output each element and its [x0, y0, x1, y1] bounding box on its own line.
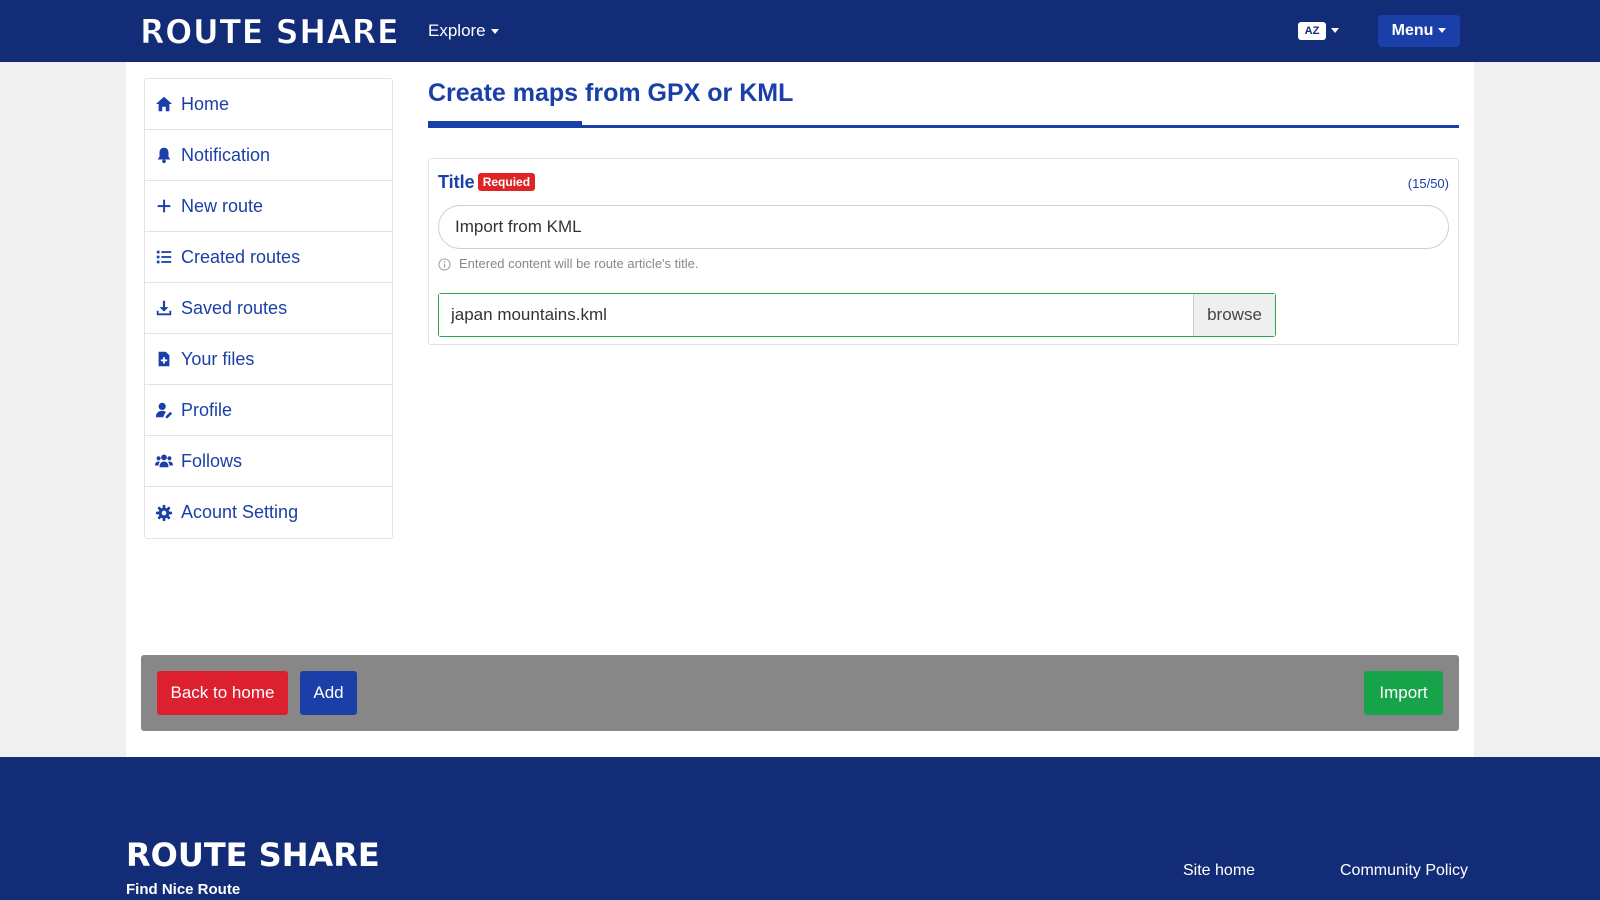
title-help-text: Entered content will be route article's …: [438, 255, 699, 273]
title-field-label: Title Requied: [438, 171, 536, 193]
sidebar-item-label: Notification: [181, 144, 271, 165]
sidebar-nav: Home Notification New route Created rout…: [144, 78, 393, 539]
explore-dropdown[interactable]: Explore: [428, 20, 499, 42]
plus-icon: [157, 199, 171, 213]
list-icon: [156, 250, 172, 264]
menu-label: Menu: [1391, 22, 1434, 39]
character-counter: (15/50): [1407, 176, 1449, 191]
chevron-down-icon: [1331, 28, 1339, 34]
site-logo[interactable]: ROUTE SHARE: [139, 12, 399, 53]
sidebar-item-created-routes[interactable]: Created routes: [145, 232, 392, 283]
home-icon: [155, 96, 173, 112]
sidebar-item-label: New route: [181, 195, 264, 216]
footer: ROUTE SHARE Find Nice Route Site home Co…: [0, 757, 1600, 900]
sidebar-item-label: Acount Setting: [181, 502, 299, 522]
chevron-down-icon: [490, 29, 499, 35]
import-button[interactable]: Import: [1364, 671, 1443, 715]
sidebar-item-your-files[interactable]: Your files: [145, 334, 392, 385]
footer-logo[interactable]: ROUTE SHARE: [126, 835, 380, 875]
sidebar-item-label: Your files: [181, 348, 255, 369]
sidebar-item-label: Profile: [181, 399, 233, 420]
sidebar-item-account-setting[interactable]: Acount Setting: [145, 487, 392, 538]
browse-button[interactable]: browse: [1193, 294, 1275, 336]
add-button[interactable]: Add: [300, 671, 357, 715]
language-icon: AZ: [1298, 21, 1326, 40]
language-dropdown[interactable]: AZ: [1298, 21, 1339, 41]
sidebar-item-label: Saved routes: [181, 297, 288, 318]
footer-link-community-policy[interactable]: Community Policy: [1340, 861, 1468, 881]
top-navbar: ROUTE SHARE Explore AZ Menu: [0, 0, 1600, 62]
sidebar-item-label: Follows: [181, 450, 243, 471]
sidebar-item-label: Created routes: [181, 246, 301, 267]
action-bar: Back to home Add Import: [141, 655, 1459, 731]
sidebar-item-profile[interactable]: Profile: [145, 385, 392, 436]
title-tab-indicator: [428, 121, 582, 125]
download-icon: [156, 300, 172, 316]
file-icon: [158, 351, 170, 367]
explore-label: Explore: [428, 21, 486, 40]
help-text: Entered content will be route article's …: [459, 256, 699, 271]
menu-button[interactable]: Menu: [1378, 15, 1460, 47]
sidebar-item-home[interactable]: Home: [145, 79, 392, 130]
bell-icon: [157, 147, 171, 164]
user-edit-icon: [155, 402, 173, 419]
file-input-group: browse: [438, 293, 1276, 337]
sidebar-item-label: Home: [181, 93, 230, 114]
info-icon: [438, 257, 451, 271]
chevron-down-icon: [1438, 28, 1447, 34]
sidebar-item-notification[interactable]: Notification: [145, 130, 392, 181]
file-name-input[interactable]: [439, 294, 1193, 336]
title-label-text: Title: [438, 172, 475, 192]
import-form-card: TitleRequied (15/50) Entered content wil…: [428, 158, 1459, 345]
page-title: Create maps from GPX or KML: [428, 79, 794, 107]
sidebar-item-new-route[interactable]: New route: [145, 181, 392, 232]
gear-icon: [155, 504, 173, 521]
required-badge: Requied: [477, 173, 536, 191]
users-icon: [155, 454, 173, 468]
sidebar-item-saved-routes[interactable]: Saved routes: [145, 283, 392, 334]
title-underline: [428, 125, 1459, 128]
back-to-home-button[interactable]: Back to home: [157, 671, 288, 715]
sidebar-item-follows[interactable]: Follows: [145, 436, 392, 487]
footer-tagline: Find Nice Route: [126, 881, 241, 898]
title-input[interactable]: [438, 205, 1449, 249]
footer-link-site-home[interactable]: Site home: [1183, 861, 1255, 881]
